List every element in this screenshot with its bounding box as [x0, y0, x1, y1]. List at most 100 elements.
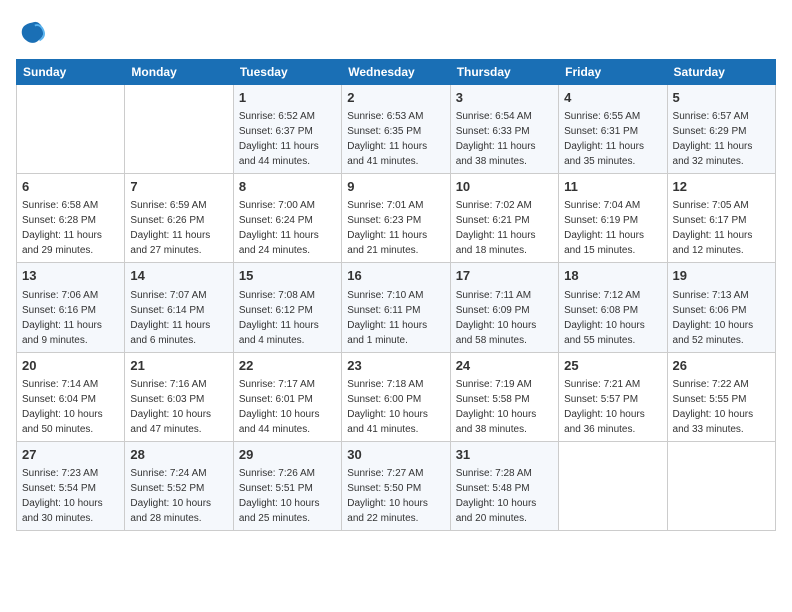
day-number: 15: [239, 267, 336, 285]
week-row-1: 1 Sunrise: 6:52 AM Sunset: 6:37 PM Daylig…: [17, 85, 776, 174]
day-cell: 20Sunrise: 7:14 AM Sunset: 6:04 PM Dayli…: [17, 352, 125, 441]
day-cell: 11Sunrise: 7:04 AM Sunset: 6:19 PM Dayli…: [559, 174, 667, 263]
column-header-thursday: Thursday: [450, 60, 558, 85]
day-cell: 1 Sunrise: 6:52 AM Sunset: 6:37 PM Daylig…: [233, 85, 341, 174]
day-cell: 18 Sunrise: 7:12 AM Sunset: 6:08 PM Dayli…: [559, 263, 667, 352]
day-cell: 27Sunrise: 7:23 AM Sunset: 5:54 PM Dayli…: [17, 441, 125, 530]
day-info: Sunrise: 7:24 AM Sunset: 5:52 PM Dayligh…: [130, 466, 227, 526]
day-number: 1: [239, 89, 336, 107]
day-info: Sunrise: 7:07 AM Sunset: 6:14 PM Dayligh…: [130, 288, 227, 348]
day-number: 11: [564, 178, 661, 196]
day-info: Sunrise: 7:26 AM Sunset: 5:51 PM Dayligh…: [239, 466, 336, 526]
day-info: Sunrise: 7:17 AM Sunset: 6:01 PM Dayligh…: [239, 377, 336, 437]
day-number: 31: [456, 446, 553, 464]
day-number: 28: [130, 446, 227, 464]
week-row-5: 27Sunrise: 7:23 AM Sunset: 5:54 PM Dayli…: [17, 441, 776, 530]
day-cell: 25 Sunrise: 7:21 AM Sunset: 5:57 PM Dayli…: [559, 352, 667, 441]
day-info: Sunrise: 7:02 AM Sunset: 6:21 PM Dayligh…: [456, 198, 553, 258]
day-cell: [559, 441, 667, 530]
day-cell: 30Sunrise: 7:27 AM Sunset: 5:50 PM Dayli…: [342, 441, 450, 530]
week-row-3: 13Sunrise: 7:06 AM Sunset: 6:16 PM Dayli…: [17, 263, 776, 352]
day-number: 3: [456, 89, 553, 107]
day-number: 22: [239, 357, 336, 375]
day-number: 14: [130, 267, 227, 285]
day-cell: 6 Sunrise: 6:58 AM Sunset: 6:28 PM Daylig…: [17, 174, 125, 263]
day-cell: 31 Sunrise: 7:28 AM Sunset: 5:48 PM Dayli…: [450, 441, 558, 530]
day-cell: 4Sunrise: 6:55 AM Sunset: 6:31 PM Daylig…: [559, 85, 667, 174]
day-info: Sunrise: 7:05 AM Sunset: 6:17 PM Dayligh…: [673, 198, 770, 258]
day-cell: 24Sunrise: 7:19 AM Sunset: 5:58 PM Dayli…: [450, 352, 558, 441]
day-info: Sunrise: 7:18 AM Sunset: 6:00 PM Dayligh…: [347, 377, 444, 437]
day-number: 30: [347, 446, 444, 464]
week-row-4: 20Sunrise: 7:14 AM Sunset: 6:04 PM Dayli…: [17, 352, 776, 441]
day-cell: 9Sunrise: 7:01 AM Sunset: 6:23 PM Daylig…: [342, 174, 450, 263]
day-number: 5: [673, 89, 770, 107]
day-cell: 12Sunrise: 7:05 AM Sunset: 6:17 PM Dayli…: [667, 174, 775, 263]
column-header-tuesday: Tuesday: [233, 60, 341, 85]
day-cell: 29 Sunrise: 7:26 AM Sunset: 5:51 PM Dayli…: [233, 441, 341, 530]
day-number: 24: [456, 357, 553, 375]
day-info: Sunrise: 7:21 AM Sunset: 5:57 PM Dayligh…: [564, 377, 661, 437]
day-cell: 16 Sunrise: 7:10 AM Sunset: 6:11 PM Dayli…: [342, 263, 450, 352]
day-cell: 7 Sunrise: 6:59 AM Sunset: 6:26 PM Daylig…: [125, 174, 233, 263]
column-header-monday: Monday: [125, 60, 233, 85]
day-cell: 21 Sunrise: 7:16 AM Sunset: 6:03 PM Dayli…: [125, 352, 233, 441]
day-info: Sunrise: 7:10 AM Sunset: 6:11 PM Dayligh…: [347, 288, 444, 348]
day-cell: [17, 85, 125, 174]
day-info: Sunrise: 7:00 AM Sunset: 6:24 PM Dayligh…: [239, 198, 336, 258]
logo-icon: [18, 18, 46, 46]
calendar-table: SundayMondayTuesdayWednesdayThursdayFrid…: [16, 59, 776, 531]
day-cell: 14 Sunrise: 7:07 AM Sunset: 6:14 PM Dayli…: [125, 263, 233, 352]
day-number: 19: [673, 267, 770, 285]
day-cell: 28 Sunrise: 7:24 AM Sunset: 5:52 PM Dayli…: [125, 441, 233, 530]
day-cell: 10 Sunrise: 7:02 AM Sunset: 6:21 PM Dayli…: [450, 174, 558, 263]
column-header-wednesday: Wednesday: [342, 60, 450, 85]
day-info: Sunrise: 7:16 AM Sunset: 6:03 PM Dayligh…: [130, 377, 227, 437]
page-header: [16, 16, 776, 51]
day-info: Sunrise: 7:13 AM Sunset: 6:06 PM Dayligh…: [673, 288, 770, 348]
header-row: SundayMondayTuesdayWednesdayThursdayFrid…: [17, 60, 776, 85]
day-number: 16: [347, 267, 444, 285]
day-cell: 13Sunrise: 7:06 AM Sunset: 6:16 PM Dayli…: [17, 263, 125, 352]
day-info: Sunrise: 6:54 AM Sunset: 6:33 PM Dayligh…: [456, 109, 553, 169]
day-number: 13: [22, 267, 119, 285]
day-number: 6: [22, 178, 119, 196]
day-cell: 17Sunrise: 7:11 AM Sunset: 6:09 PM Dayli…: [450, 263, 558, 352]
day-cell: [125, 85, 233, 174]
day-number: 18: [564, 267, 661, 285]
day-info: Sunrise: 7:22 AM Sunset: 5:55 PM Dayligh…: [673, 377, 770, 437]
day-number: 27: [22, 446, 119, 464]
day-number: 10: [456, 178, 553, 196]
day-info: Sunrise: 6:59 AM Sunset: 6:26 PM Dayligh…: [130, 198, 227, 258]
day-number: 17: [456, 267, 553, 285]
column-header-friday: Friday: [559, 60, 667, 85]
day-number: 26: [673, 357, 770, 375]
day-info: Sunrise: 7:14 AM Sunset: 6:04 PM Dayligh…: [22, 377, 119, 437]
day-cell: 22 Sunrise: 7:17 AM Sunset: 6:01 PM Dayli…: [233, 352, 341, 441]
day-number: 2: [347, 89, 444, 107]
column-header-sunday: Sunday: [17, 60, 125, 85]
day-number: 7: [130, 178, 227, 196]
day-info: Sunrise: 7:28 AM Sunset: 5:48 PM Dayligh…: [456, 466, 553, 526]
day-number: 9: [347, 178, 444, 196]
day-cell: 5 Sunrise: 6:57 AM Sunset: 6:29 PM Daylig…: [667, 85, 775, 174]
day-number: 29: [239, 446, 336, 464]
day-info: Sunrise: 6:57 AM Sunset: 6:29 PM Dayligh…: [673, 109, 770, 169]
day-cell: 8 Sunrise: 7:00 AM Sunset: 6:24 PM Daylig…: [233, 174, 341, 263]
day-number: 8: [239, 178, 336, 196]
day-number: 21: [130, 357, 227, 375]
day-info: Sunrise: 6:55 AM Sunset: 6:31 PM Dayligh…: [564, 109, 661, 169]
day-cell: 26 Sunrise: 7:22 AM Sunset: 5:55 PM Dayli…: [667, 352, 775, 441]
day-info: Sunrise: 6:52 AM Sunset: 6:37 PM Dayligh…: [239, 109, 336, 169]
day-cell: 15 Sunrise: 7:08 AM Sunset: 6:12 PM Dayli…: [233, 263, 341, 352]
day-cell: 23Sunrise: 7:18 AM Sunset: 6:00 PM Dayli…: [342, 352, 450, 441]
day-info: Sunrise: 6:58 AM Sunset: 6:28 PM Dayligh…: [22, 198, 119, 258]
day-number: 25: [564, 357, 661, 375]
day-info: Sunrise: 6:53 AM Sunset: 6:35 PM Dayligh…: [347, 109, 444, 169]
day-cell: [667, 441, 775, 530]
week-row-2: 6 Sunrise: 6:58 AM Sunset: 6:28 PM Daylig…: [17, 174, 776, 263]
day-info: Sunrise: 7:12 AM Sunset: 6:08 PM Dayligh…: [564, 288, 661, 348]
day-cell: 19 Sunrise: 7:13 AM Sunset: 6:06 PM Dayli…: [667, 263, 775, 352]
column-header-saturday: Saturday: [667, 60, 775, 85]
day-info: Sunrise: 7:08 AM Sunset: 6:12 PM Dayligh…: [239, 288, 336, 348]
